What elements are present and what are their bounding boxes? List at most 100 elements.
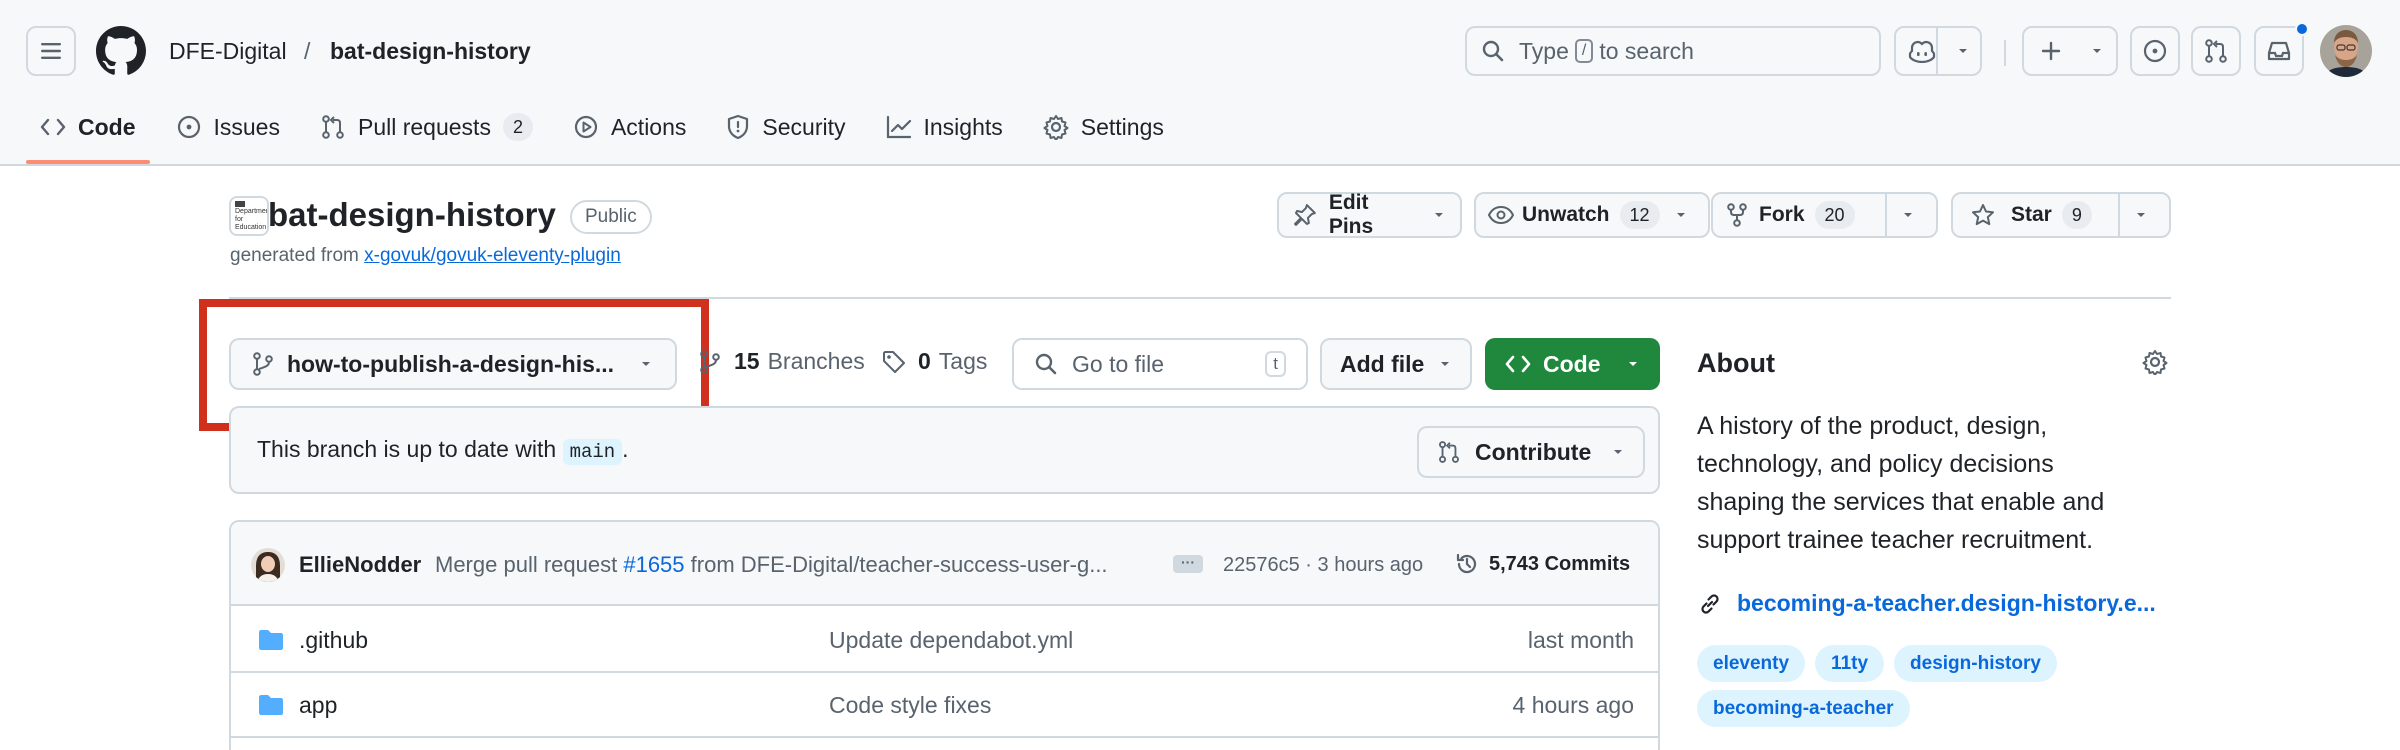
pull-request-icon (1439, 441, 1459, 463)
tab-security[interactable]: Security (712, 104, 859, 150)
add-file-button[interactable]: Add file (1320, 338, 1472, 390)
tab-code[interactable]: Code (26, 104, 150, 164)
go-to-file-placeholder: Go to file (1072, 350, 1165, 377)
commit-sha-time[interactable]: 22576c5 · 3 hours ago (1223, 554, 1423, 577)
breadcrumb-separator: / (304, 38, 311, 64)
tab-pull-requests[interactable]: Pull requests 2 (306, 104, 547, 150)
commits-count: 5,743 Commits (1489, 552, 1631, 575)
visibility-badge: Public (570, 200, 652, 234)
github-logo-icon[interactable] (96, 26, 146, 76)
about-description: A history of the product, design, techno… (1697, 412, 2105, 554)
template-link[interactable]: x-govuk/govuk-eleventy-plugin (364, 245, 621, 266)
file-name[interactable]: app (299, 692, 337, 719)
tab-actions[interactable]: Actions (559, 104, 700, 150)
contribute-label: Contribute (1475, 438, 1592, 465)
file-date: last month (1527, 627, 1634, 653)
tab-label: Pull requests (357, 113, 491, 140)
homepage-link[interactable]: becoming-a-teacher.design-history.e... (1697, 590, 2157, 617)
tab-label: Actions (610, 113, 687, 140)
topic-tag[interactable]: becoming-a-teacher (1697, 690, 1910, 727)
tags-label: Tags (938, 348, 988, 374)
plus-icon (2041, 41, 2061, 61)
shield-icon (728, 114, 749, 140)
chevron-down-icon (2137, 213, 2145, 217)
issue-icon (177, 115, 200, 139)
star-button[interactable]: Star 9 (1951, 192, 2171, 238)
star-count: 9 (2061, 201, 2092, 229)
edit-pins-button[interactable]: Edit Pins (1277, 191, 1462, 238)
branches-label: Branches (767, 348, 865, 374)
file-date: 4 hours ago (1512, 692, 1634, 718)
unwatch-button[interactable]: Unwatch 12 (1474, 192, 1710, 238)
file-commit-message[interactable]: Code style fixes (829, 692, 991, 719)
file-commit-message[interactable]: Update dependabot.yml (829, 627, 1073, 654)
notification-dot (2295, 22, 2309, 36)
file-name[interactable]: .github (299, 627, 368, 654)
tab-issues[interactable]: Issues (162, 104, 294, 150)
code-button[interactable]: Code (1485, 338, 1660, 390)
issues-button[interactable] (2130, 26, 2180, 76)
file-row[interactable]: app Code style fixes 4 hours ago (231, 673, 1658, 738)
tab-settings[interactable]: Settings (1029, 104, 1178, 150)
topic-tag[interactable]: design-history (1894, 645, 2057, 682)
unwatch-label: Unwatch (1522, 203, 1610, 226)
hamburger-icon (41, 43, 61, 59)
status-end: . (622, 436, 629, 462)
chevron-down-icon (1676, 213, 1685, 217)
pull-request-icon (2205, 39, 2227, 63)
copilot-button[interactable] (1894, 26, 1982, 76)
fork-button[interactable]: Fork 20 (1711, 192, 1938, 238)
create-new-button[interactable] (2022, 26, 2118, 76)
chevron-down-icon (1904, 213, 1912, 217)
go-to-file-input[interactable]: Go to file t (1012, 338, 1308, 390)
contribute-button[interactable]: Contribute (1417, 426, 1645, 478)
topic-tag[interactable]: eleventy (1697, 645, 1806, 682)
chevron-down-icon (1629, 362, 1637, 366)
repo-tabs: Code Issues Pull requests 2 Actions Secu… (26, 104, 1190, 164)
search-suffix: to search (1599, 37, 1694, 64)
go-to-file-shortcut: t (1265, 351, 1286, 377)
generated-from: generated from x-govuk/govuk-eleventy-pl… (230, 245, 621, 267)
commit-message[interactable]: Merge pull request #1655 from DFE-Digita… (435, 552, 1155, 578)
gear-icon (1043, 115, 1069, 140)
commits-link[interactable]: 5,743 Commits (1455, 552, 1630, 576)
user-avatar[interactable] (2320, 25, 2372, 77)
search-input[interactable]: Type / to search (1465, 26, 1881, 76)
fork-menu-button[interactable] (1885, 194, 1929, 236)
add-file-label: Add file (1340, 350, 1425, 377)
branch-status: This branch is up to date with main. Con… (229, 406, 1660, 494)
homepage-url: becoming-a-teacher.design-history.e... (1737, 590, 2156, 616)
expand-commit-button[interactable]: ··· (1173, 555, 1203, 573)
copilot-icon (1908, 40, 1936, 63)
breadcrumb-repo[interactable]: bat-design-history (330, 36, 531, 66)
repo-title[interactable]: bat-design-history (268, 196, 556, 234)
branches-link[interactable]: 15 Branches (700, 348, 865, 375)
inbox-icon (2267, 41, 2291, 61)
breadcrumb-owner[interactable]: DFE-Digital (169, 36, 287, 66)
tags-count: 0 (918, 348, 931, 374)
file-row[interactable]: .github Update dependabot.yml last month (231, 608, 1658, 673)
about-settings-button[interactable] (2142, 349, 2168, 375)
menu-button[interactable] (26, 26, 76, 76)
author-avatar[interactable] (251, 548, 285, 582)
pull-requests-button[interactable] (2191, 26, 2241, 76)
tab-insights[interactable]: Insights (872, 104, 1017, 150)
watch-count: 12 (1619, 201, 1660, 229)
generated-from-label: generated from (230, 245, 359, 266)
topic-tag[interactable]: 11ty (1815, 645, 1885, 682)
star-icon (1972, 204, 1994, 226)
status-message: This branch is up to date with (257, 436, 557, 462)
search-shortcut-key: / (1574, 39, 1594, 63)
pr-link[interactable]: #1655 (623, 552, 684, 577)
tab-label: Security (762, 113, 846, 140)
commit-message-prefix: Merge pull request (435, 552, 618, 577)
org-logo: Department for Education (229, 196, 269, 236)
history-icon (1456, 553, 1477, 574)
star-menu-button[interactable] (2118, 194, 2162, 236)
graph-icon (886, 115, 911, 139)
chevron-down-icon (1614, 450, 1622, 454)
tags-link[interactable]: 0 Tags (882, 348, 987, 375)
commit-author[interactable]: EllieNodder (299, 552, 421, 578)
chevron-down-icon (1435, 213, 1444, 217)
base-branch[interactable]: main (562, 439, 623, 465)
